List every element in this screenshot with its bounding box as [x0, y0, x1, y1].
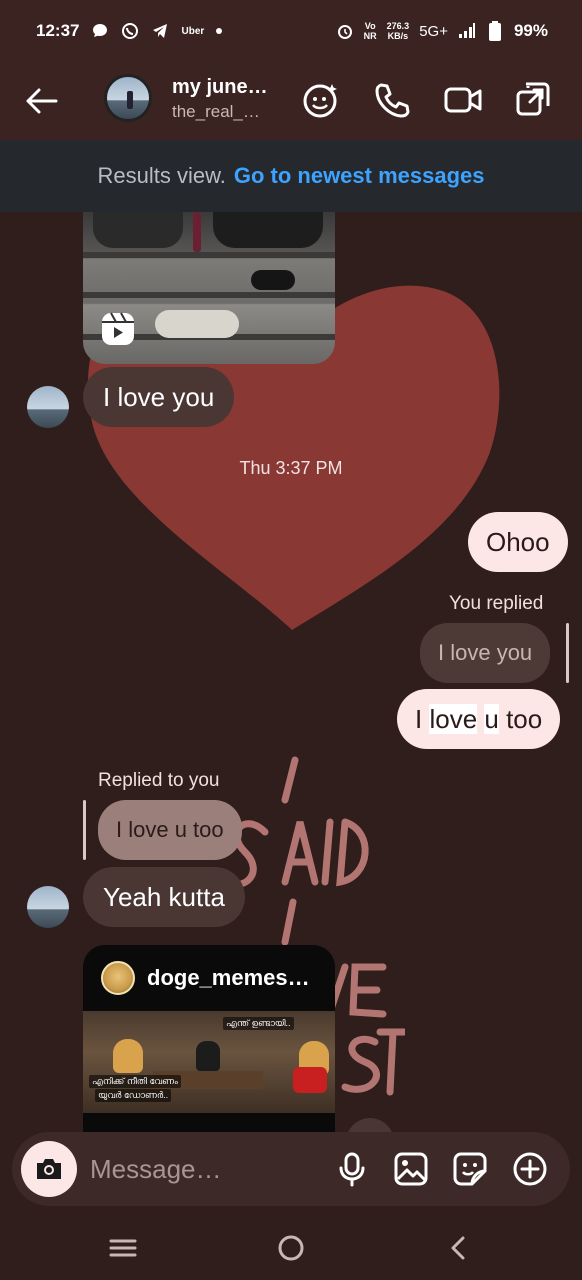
timestamp: Thu 3:37 PM: [239, 458, 343, 478]
shared-reel-media[interactable]: [83, 212, 335, 364]
post-caption-left2: യുവർ ഡോണർ..: [95, 1089, 172, 1102]
phone-icon: [375, 83, 410, 118]
reel-person-shape: [213, 212, 323, 248]
message-composer: [12, 1132, 570, 1206]
signal-icon: [458, 22, 476, 40]
post-author-name: doge_memes…: [147, 965, 310, 990]
camera-button[interactable]: [21, 1141, 77, 1197]
recent-apps-button[interactable]: [106, 1231, 140, 1265]
chat-bubble-icon: [91, 22, 109, 40]
chat-username[interactable]: the_real_…: [172, 102, 260, 122]
effects-button[interactable]: [300, 80, 340, 120]
gallery-button[interactable]: [393, 1151, 429, 1187]
whatsapp-icon: [121, 22, 139, 40]
reply-indicator-line: [83, 800, 86, 860]
post-caption-left: എനിക്ക് നീതി വേണം: [89, 1075, 181, 1088]
plus-circle-icon: [513, 1152, 547, 1186]
voice-call-button[interactable]: [372, 80, 412, 120]
replied-to-you-label: Replied to you: [98, 770, 220, 791]
message-bubble-incoming[interactable]: Yeah kutta: [83, 867, 245, 927]
scroll-to-bottom-button[interactable]: [346, 1118, 394, 1132]
shared-post-image: എനിക്ക് നീതി വേണം യുവർ ഡോണർ.. എന്ത് ഉണ്ട…: [83, 1011, 335, 1113]
image-icon: [394, 1152, 428, 1186]
you-replied-label: You replied: [449, 593, 544, 614]
video-call-button[interactable]: [443, 80, 483, 120]
contact-avatar[interactable]: [104, 74, 152, 122]
chat-name[interactable]: my june…: [172, 76, 268, 99]
search-results-banner: Results view. Go to newest messages: [0, 140, 582, 212]
microphone-icon: [339, 1152, 365, 1187]
chevron-left-icon: [451, 1236, 465, 1260]
sandal-shape: [251, 270, 295, 290]
quoted-message[interactable]: I love u too: [98, 800, 242, 860]
circle-home-icon: [278, 1235, 304, 1261]
sticker-icon: [453, 1152, 487, 1186]
menu-lines-icon: [109, 1239, 137, 1257]
battery-icon: [486, 21, 504, 41]
sticker-button[interactable]: [452, 1151, 488, 1187]
message-list[interactable]: I love you Thu 3:37 PM Ohoo You replied …: [0, 212, 582, 1132]
notification-dot-icon: [216, 28, 223, 34]
post-author-avatar: [101, 961, 135, 995]
message-bubble-outgoing[interactable]: Ohoo: [468, 512, 568, 572]
home-button[interactable]: [274, 1231, 308, 1265]
status-bar: 12:37 Uber Vo NR 276.3 KB/s 5G+ 99%: [0, 0, 582, 62]
shoe-shape: [155, 310, 239, 338]
network-type: 5G+: [419, 22, 448, 40]
arrow-left-icon: [26, 88, 58, 114]
message-input[interactable]: [90, 1146, 320, 1192]
open-external-icon: [516, 82, 550, 116]
sender-avatar[interactable]: [27, 386, 69, 428]
reel-person-shape: [93, 212, 183, 248]
voice-message-button[interactable]: [334, 1151, 370, 1187]
system-navigation-bar: [0, 1215, 582, 1280]
reel-icon: [101, 312, 135, 346]
sender-avatar[interactable]: [27, 886, 69, 928]
share-chat-button[interactable]: [514, 80, 554, 120]
go-to-newest-link[interactable]: Go to newest messages: [234, 163, 485, 189]
shared-post-card[interactable]: doge_memes… എനിക്ക് നീതി വേണം യുവർ ഡോണർ.…: [83, 945, 335, 1132]
results-view-label: Results view.: [97, 163, 226, 188]
quoted-message[interactable]: I love you: [420, 623, 551, 683]
bottle-shape: [193, 212, 201, 252]
camera-icon: [37, 1159, 61, 1179]
system-back-button[interactable]: [442, 1231, 476, 1265]
back-button[interactable]: [22, 82, 60, 120]
video-camera-icon: [444, 87, 482, 113]
reply-indicator-line: [566, 623, 569, 683]
message-bubble-incoming[interactable]: I love you: [83, 367, 235, 427]
net-speed: 276.3 KB/s: [386, 21, 410, 41]
alarm-icon: [336, 22, 354, 40]
volte-indicator: Vo NR: [363, 21, 377, 41]
uber-icon: Uber: [181, 25, 205, 37]
post-caption-right: എന്ത് ഉണ്ടായി..: [223, 1017, 294, 1030]
battery-percent: 99%: [513, 21, 548, 40]
status-time: 12:37: [36, 21, 80, 40]
more-options-button[interactable]: [512, 1151, 548, 1187]
shared-post-header: doge_memes…: [83, 945, 335, 1011]
telegram-icon: [151, 22, 169, 40]
message-bubble-outgoing[interactable]: I love u too: [397, 689, 561, 749]
chat-header: my june… the_real_…: [0, 62, 582, 140]
smiley-sparkle-icon: [303, 84, 337, 118]
